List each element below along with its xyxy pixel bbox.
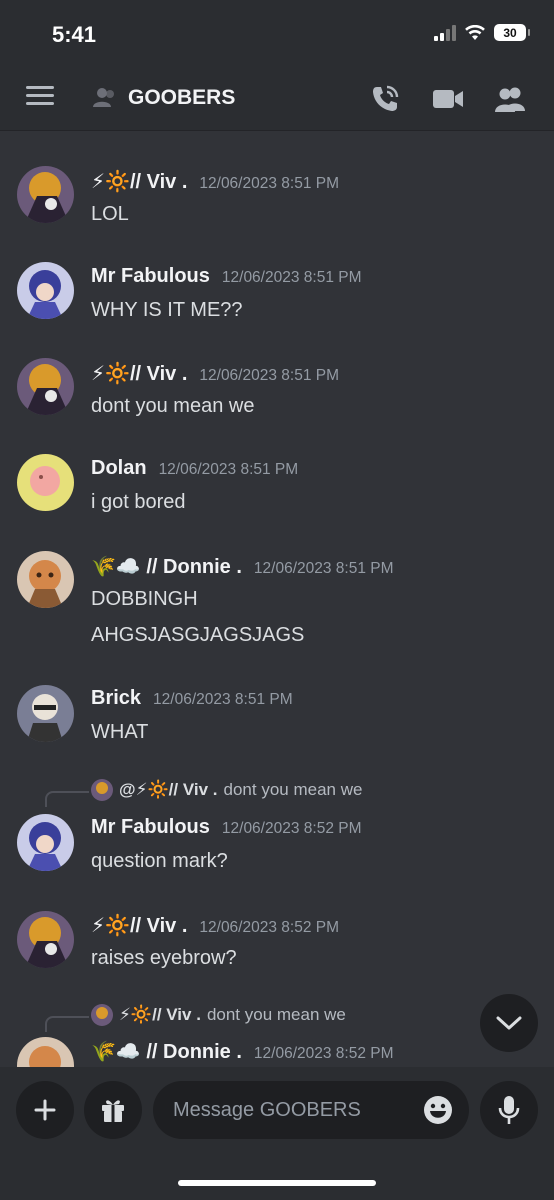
avatar[interactable]	[17, 454, 74, 511]
phone-call-icon	[373, 85, 399, 111]
cellular-signal-icon	[434, 24, 456, 41]
message-text: question mark?	[91, 850, 228, 872]
reply-text: dont you mean we	[206, 1005, 346, 1024]
message-author[interactable]: ⚡🔆// Viv .	[91, 361, 187, 386]
status-time: 5:41	[52, 22, 97, 47]
message-timestamp: 12/06/2023 8:51 PM	[221, 269, 362, 286]
message-text: dont you mean we	[91, 395, 255, 417]
message-timestamp: 12/06/2023 8:52 PM	[221, 820, 362, 837]
status-icons: 30	[434, 24, 530, 41]
channel-header: GOOBERS	[0, 66, 554, 131]
members-button[interactable]	[494, 82, 528, 116]
reply-connector	[45, 1016, 89, 1032]
chevron-down-icon	[496, 1016, 522, 1030]
message-author[interactable]: 🌾☁️ // Donnie .	[91, 554, 242, 579]
message-text: WHAT	[91, 721, 149, 743]
reply-reference[interactable]: ⚡🔆// Viv . dont you mean we	[91, 1004, 346, 1026]
message-text: LOL	[91, 203, 129, 225]
message-author[interactable]: Mr Fabulous	[91, 265, 210, 288]
message-text: raises eyebrow?	[91, 947, 237, 969]
message-composer	[0, 1067, 554, 1200]
voice-call-button[interactable]	[368, 82, 402, 116]
wifi-icon	[465, 24, 485, 40]
message-timestamp: 12/06/2023 8:51 PM	[153, 691, 293, 708]
gift-icon	[102, 1100, 124, 1122]
video-call-button[interactable]	[431, 82, 465, 116]
avatar[interactable]	[17, 551, 74, 608]
reply-avatar	[91, 779, 113, 801]
avatar[interactable]	[17, 358, 74, 415]
gift-button[interactable]	[84, 1081, 142, 1139]
avatar[interactable]	[17, 911, 74, 968]
message-timestamp: 12/06/2023 8:51 PM	[253, 560, 394, 577]
channel-title: GOOBERS	[128, 86, 236, 109]
reply-text: dont you mean we	[223, 780, 363, 799]
message-timestamp: 12/06/2023 8:52 PM	[199, 919, 339, 936]
status-bar: 5:41 30	[0, 0, 554, 66]
video-camera-icon	[433, 90, 463, 108]
message-author[interactable]: Dolan	[91, 457, 147, 480]
jump-to-bottom-button[interactable]	[480, 994, 538, 1052]
message-author[interactable]: ⚡🔆// Viv .	[91, 913, 187, 938]
reply-connector	[45, 791, 89, 807]
message-author[interactable]: Brick	[91, 687, 141, 710]
avatar[interactable]	[17, 814, 74, 871]
reply-author: ⚡🔆// Viv .	[119, 1005, 201, 1024]
reply-avatar	[91, 1004, 113, 1026]
message-text: i got bored	[91, 491, 186, 513]
message-timestamp: 12/06/2023 8:51 PM	[199, 175, 339, 192]
message-text: WHY IS IT ME??	[91, 299, 243, 321]
message-timestamp: 12/06/2023 8:51 PM	[199, 367, 339, 384]
menu-icon[interactable]	[26, 86, 54, 110]
message-author[interactable]: Mr Fabulous	[91, 816, 210, 839]
emoji-icon[interactable]	[422, 1094, 454, 1126]
avatar[interactable]	[17, 262, 74, 319]
avatar[interactable]	[17, 1037, 74, 1067]
reply-reference[interactable]: @⚡🔆// Viv . dont you mean we	[91, 779, 362, 801]
voice-message-button[interactable]	[480, 1081, 538, 1139]
message-author[interactable]: 🌾☁️ // Donnie .	[91, 1039, 242, 1064]
home-indicator	[178, 1180, 376, 1186]
message-timestamp: 12/06/2023 8:51 PM	[158, 461, 299, 478]
message-timestamp: 12/06/2023 8:52 PM	[253, 1045, 394, 1062]
avatar[interactable]	[17, 685, 74, 742]
members-icon	[495, 87, 525, 112]
reply-author: @⚡🔆// Viv .	[119, 780, 218, 799]
group-dm-icon	[93, 88, 114, 107]
avatar[interactable]	[17, 166, 74, 223]
battery-icon: 30	[494, 24, 530, 41]
message-text: AHGSJASGJAGSJAGS	[91, 624, 305, 646]
attach-button[interactable]	[16, 1081, 74, 1139]
microphone-icon	[498, 1096, 520, 1124]
message-text: DOBBINGH	[91, 588, 198, 610]
message-author[interactable]: ⚡🔆// Viv .	[91, 169, 187, 194]
plus-icon	[34, 1099, 56, 1121]
message-list[interactable]: ⚡🔆// Viv . 12/06/2023 8:51 PM LOL Mr Fabu…	[0, 131, 554, 1067]
